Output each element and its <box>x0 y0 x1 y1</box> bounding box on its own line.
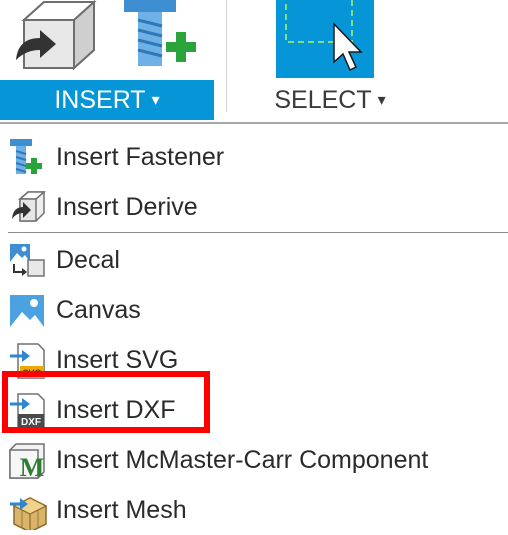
menu-item-label: Decal <box>56 246 120 274</box>
toolbar-separator <box>226 0 227 112</box>
menu-item-label: Insert Derive <box>56 193 198 221</box>
menu-item-insert-fastener[interactable]: Insert Fastener <box>0 132 508 182</box>
derive-icon <box>12 191 46 222</box>
select-button[interactable] <box>276 0 374 78</box>
highlight-box <box>2 371 210 433</box>
menu-item-decal[interactable]: Decal <box>0 235 508 285</box>
svg-text:M: M <box>20 453 45 480</box>
menu-item-canvas[interactable]: Canvas <box>0 285 508 335</box>
chevron-down-icon: ▾ <box>377 92 386 109</box>
menu-item-label: Insert Fastener <box>56 143 225 171</box>
canvas-icon <box>10 295 44 327</box>
chevron-down-icon: ▾ <box>151 92 160 109</box>
menu-item-insert-mcmaster-carr[interactable]: M Insert McMaster-Carr Component <box>0 435 508 485</box>
menu-divider <box>8 232 508 233</box>
select-cursor-icon <box>276 0 374 78</box>
mcmaster-icon: M <box>9 443 45 480</box>
insert-fastener-icon <box>124 0 196 66</box>
decal-icon <box>10 244 45 277</box>
tab-select[interactable]: SELECT ▾ <box>232 80 428 120</box>
menu-item-insert-mesh[interactable]: Insert Mesh <box>0 485 508 535</box>
tab-select-label: SELECT <box>274 86 372 114</box>
menu-item-insert-derive[interactable]: Insert Derive <box>0 182 508 232</box>
insert-dropdown-menu: Insert Fastener Insert Derive Decal Canv… <box>0 122 508 534</box>
tab-insert-label: INSERT <box>54 86 146 114</box>
menu-item-label: Canvas <box>56 296 141 324</box>
insert-panel-icons[interactable] <box>0 0 214 78</box>
tab-insert[interactable]: INSERT ▾ <box>0 80 214 120</box>
mesh-icon <box>10 497 48 530</box>
menu-item-label: Insert McMaster-Carr Component <box>56 446 429 474</box>
fastener-icon <box>10 139 42 174</box>
toolbar: INSERT ▾ SELECT ▾ <box>0 0 508 120</box>
menu-item-label: Insert Mesh <box>56 496 187 524</box>
